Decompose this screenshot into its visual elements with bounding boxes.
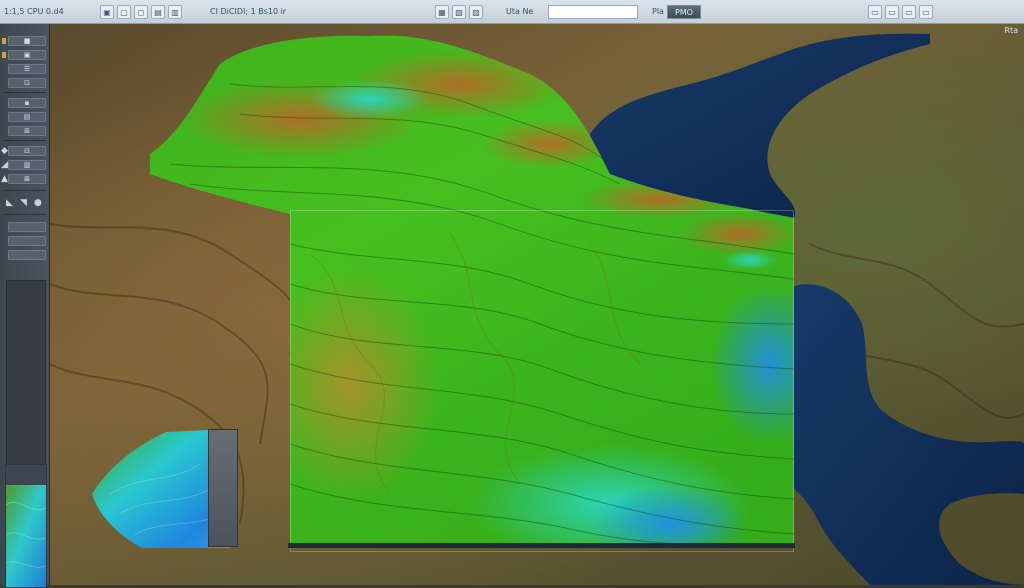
panel-slot-1[interactable]: [8, 222, 46, 232]
panel-marker-2: [2, 52, 6, 58]
viewport-corner-label: Rta: [1004, 26, 1018, 35]
window-button-1[interactable]: ▭: [868, 5, 882, 19]
panel-shape-icon-6[interactable]: ●: [34, 198, 42, 208]
window-button-3[interactable]: ▭: [902, 5, 916, 19]
panel-divider-1: [4, 92, 46, 93]
toolbar-left-group: 1:1,5 CPU 0.d4: [4, 4, 64, 20]
toolbar-label-a: Uta Ne: [506, 7, 534, 16]
window-button-2[interactable]: ▭: [885, 5, 899, 19]
top-toolbar: 1:1,5 CPU 0.d4 ▣ ▢ ◻ ▤ ▥ CI DiCIDI; 1 Bs…: [0, 0, 1024, 24]
inset-scroll-bar[interactable]: [208, 429, 238, 547]
tool-button-1[interactable]: ▣: [100, 5, 114, 19]
toolbar-end-group: ▭ ▭ ▭ ▭: [868, 4, 936, 20]
panel-divider-4: [4, 214, 46, 215]
panel-marker-1: [2, 38, 6, 44]
tool-button-4[interactable]: ▤: [151, 5, 165, 19]
panel-slot-3[interactable]: [8, 250, 46, 260]
tool-button-5[interactable]: ▥: [168, 5, 182, 19]
panel-tool-9[interactable]: ▥: [8, 160, 46, 170]
toolbar-preview-group: Pla PMO: [652, 4, 701, 20]
layer-preview-thumbnail[interactable]: [5, 464, 47, 588]
tool-button-2[interactable]: ▢: [117, 5, 131, 19]
panel-shape-icon-5[interactable]: ◥: [20, 198, 27, 208]
map-viewport[interactable]: Rta: [50, 24, 1024, 585]
panel-tool-6[interactable]: ▤: [8, 112, 46, 122]
panel-tool-2[interactable]: ▣: [8, 50, 46, 60]
panel-tool-5[interactable]: ▪: [8, 98, 46, 108]
toolbar-right-tool-group: ▦ ▧ ▨: [435, 4, 486, 20]
panel-shape-icon-3[interactable]: ▲: [1, 174, 8, 184]
panel-shape-icon-2[interactable]: ◢: [1, 160, 8, 170]
left-tool-panel: ■ ▣ ☰ ⊡ ▪ ▤ ⊞ ◆ ⊟ ◢ ▥ ▲ ⊠ ◣ ◥ ●: [0, 24, 50, 588]
panel-tool-3[interactable]: ☰: [8, 64, 46, 74]
toolbar-tool-group: ▣ ▢ ◻ ▤ ▥: [100, 4, 185, 20]
panel-tool-1[interactable]: ■: [8, 36, 46, 46]
search-input[interactable]: [548, 5, 638, 19]
panel-divider-3: [4, 190, 46, 191]
panel-divider-2: [4, 140, 46, 141]
view-button-1[interactable]: ▦: [435, 5, 449, 19]
toolbar-mid-text: CI DiCIDI; 1 Bs10 ir: [210, 7, 287, 16]
panel-slot-2[interactable]: [8, 236, 46, 246]
toolbar-status-text: 1:1,5 CPU 0.d4: [4, 7, 64, 16]
layer-preview-graphic: [6, 465, 46, 587]
view-button-3[interactable]: ▨: [469, 5, 483, 19]
terrain-map: [50, 24, 1024, 585]
panel-tool-7[interactable]: ⊞: [8, 126, 46, 136]
panel-tool-4[interactable]: ⊡: [8, 78, 46, 88]
layer-thumbnail[interactable]: PMO: [666, 5, 701, 19]
toolbar-search-group: [548, 4, 638, 20]
panel-shape-icon-4[interactable]: ◣: [6, 198, 13, 208]
panel-tool-10[interactable]: ⊠: [8, 174, 46, 184]
viewport-status-strip: [288, 543, 795, 548]
toolbar-preview-label: Pla: [652, 7, 664, 16]
toolbar-mid-group: CI DiCIDI; 1 Bs10 ir: [210, 4, 286, 20]
view-button-2[interactable]: ▧: [452, 5, 466, 19]
panel-layer-list[interactable]: [6, 280, 46, 490]
panel-shape-icon-1[interactable]: ◆: [1, 146, 8, 156]
panel-tool-8[interactable]: ⊟: [8, 146, 46, 156]
tool-button-3[interactable]: ◻: [134, 5, 148, 19]
toolbar-label-a-group: Uta Ne: [506, 4, 533, 20]
window-button-4[interactable]: ▭: [919, 5, 933, 19]
